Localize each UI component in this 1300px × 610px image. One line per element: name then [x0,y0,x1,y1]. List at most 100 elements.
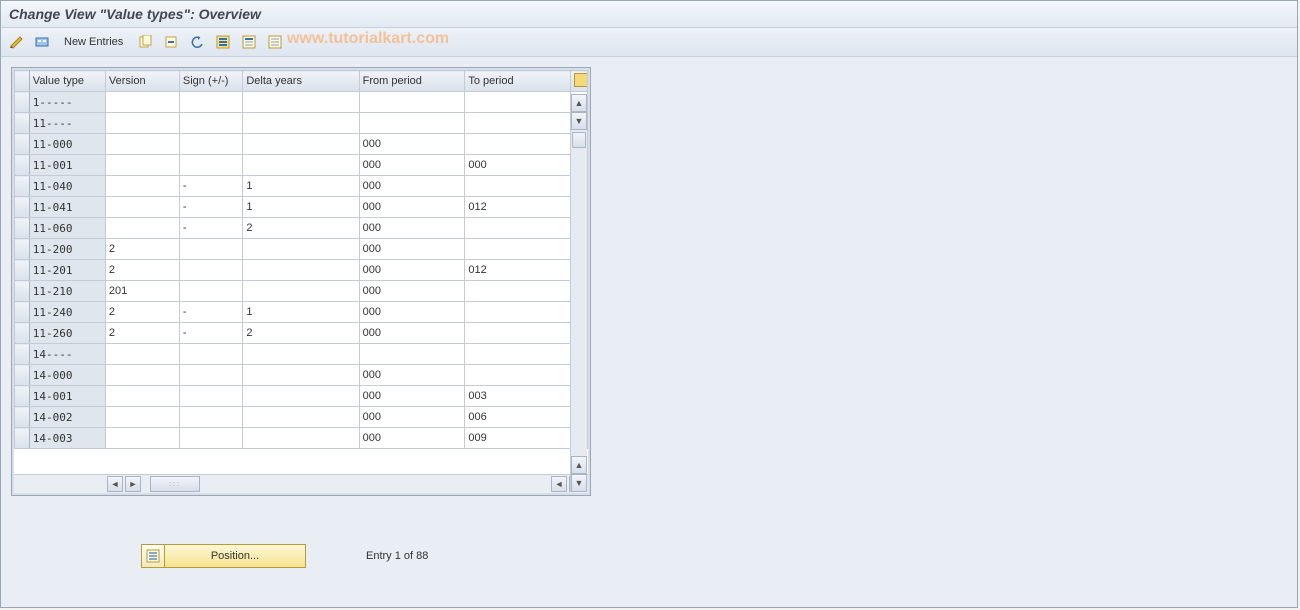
cell-delta[interactable] [243,155,359,176]
col-header-value-type[interactable]: Value type [29,71,105,92]
cell-delta[interactable]: 2 [243,323,359,344]
table-row[interactable]: 11-060-2000 [15,218,588,239]
cell-to[interactable] [465,365,571,386]
cell-to[interactable] [465,113,571,134]
table-row[interactable]: 11-041-1000012 [15,197,588,218]
cell-to[interactable] [465,323,571,344]
cell-to[interactable] [465,239,571,260]
col-header-delta[interactable]: Delta years [243,71,359,92]
col-header-sign[interactable]: Sign (+/-) [179,71,242,92]
row-selector[interactable] [15,155,30,176]
cell-value-type[interactable]: 14-003 [29,428,105,449]
cell-sign[interactable]: - [179,176,242,197]
table-row[interactable]: 11-2402-1000 [15,302,588,323]
cell-delta[interactable] [243,113,359,134]
cell-value-type[interactable]: 11-210 [29,281,105,302]
col-header-select[interactable] [15,71,30,92]
cell-value-type[interactable]: 14-002 [29,407,105,428]
table-row[interactable]: 14-000000 [15,365,588,386]
table-row[interactable]: 11-2012000012 [15,260,588,281]
row-selector[interactable] [15,218,30,239]
cell-version[interactable] [105,113,179,134]
cell-to[interactable]: 000 [465,155,571,176]
col-header-from[interactable]: From period [359,71,465,92]
table-row[interactable]: 11-210201000 [15,281,588,302]
cell-from[interactable]: 000 [359,428,465,449]
cell-version[interactable] [105,344,179,365]
scroll-thumb[interactable] [572,132,586,148]
select-block-icon[interactable] [238,31,260,53]
cell-to[interactable] [465,134,571,155]
copy-as-icon[interactable] [134,31,156,53]
cell-sign[interactable]: - [179,218,242,239]
cell-from[interactable]: 000 [359,407,465,428]
cell-to[interactable] [465,302,571,323]
cell-sign[interactable] [179,239,242,260]
cell-version[interactable] [105,407,179,428]
cell-version[interactable] [105,155,179,176]
undo-icon[interactable] [186,31,208,53]
cell-delta[interactable]: 2 [243,218,359,239]
cell-delta[interactable] [243,344,359,365]
row-selector[interactable] [15,323,30,344]
hscroll-right-step-icon[interactable]: ► [125,476,141,492]
cell-delta[interactable]: 1 [243,197,359,218]
cell-version[interactable]: 2 [105,302,179,323]
cell-to[interactable] [465,92,571,113]
row-selector[interactable] [15,407,30,428]
cell-from[interactable]: 000 [359,323,465,344]
col-header-version[interactable]: Version [105,71,179,92]
row-selector[interactable] [15,302,30,323]
cell-version[interactable] [105,176,179,197]
cell-to[interactable] [465,344,571,365]
cell-from[interactable]: 000 [359,197,465,218]
cell-sign[interactable]: - [179,197,242,218]
row-selector[interactable] [15,239,30,260]
cell-sign[interactable] [179,260,242,281]
cell-from[interactable] [359,344,465,365]
cell-sign[interactable] [179,344,242,365]
cell-from[interactable]: 000 [359,386,465,407]
table-row[interactable]: 14-001 000003 [15,386,588,407]
row-selector[interactable] [15,134,30,155]
row-selector[interactable] [15,428,30,449]
cell-version[interactable] [105,92,179,113]
cell-delta[interactable]: 1 [243,302,359,323]
cell-delta[interactable] [243,407,359,428]
cell-sign[interactable]: - [179,302,242,323]
scroll-up-step-icon[interactable]: ▲ [571,456,587,474]
cell-from[interactable]: 000 [359,218,465,239]
cell-sign[interactable] [179,134,242,155]
row-selector[interactable] [15,92,30,113]
cell-to[interactable]: 006 [465,407,571,428]
cell-sign[interactable]: - [179,323,242,344]
cell-value-type[interactable]: 11-200 [29,239,105,260]
row-selector[interactable] [15,260,30,281]
cell-sign[interactable] [179,428,242,449]
cell-version[interactable]: 2 [105,323,179,344]
hscroll-thumb[interactable]: ::: [150,476,200,492]
cell-from[interactable]: 000 [359,239,465,260]
cell-to[interactable]: 012 [465,197,571,218]
cell-value-type[interactable]: 11-240 [29,302,105,323]
table-row[interactable]: 11-000000 [15,134,588,155]
row-selector[interactable] [15,344,30,365]
cell-delta[interactable] [243,281,359,302]
cell-from[interactable]: 000 [359,302,465,323]
row-selector[interactable] [15,197,30,218]
col-header-config[interactable] [571,71,588,92]
cell-delta[interactable] [243,428,359,449]
cell-delta[interactable] [243,386,359,407]
cell-to[interactable]: 009 [465,428,571,449]
table-row[interactable]: 11-001000000 [15,155,588,176]
cell-value-type[interactable]: 14---- [29,344,105,365]
hscroll-left-step-icon[interactable]: ◄ [551,476,567,492]
cell-version[interactable]: 201 [105,281,179,302]
cell-from[interactable]: 000 [359,176,465,197]
table-settings-icon[interactable] [574,73,587,87]
cell-version[interactable] [105,197,179,218]
col-header-to[interactable]: To period [465,71,571,92]
cell-to[interactable]: 003 [465,386,571,407]
cell-value-type[interactable]: 11---- [29,113,105,134]
cell-value-type[interactable]: 14-001 [29,386,105,407]
